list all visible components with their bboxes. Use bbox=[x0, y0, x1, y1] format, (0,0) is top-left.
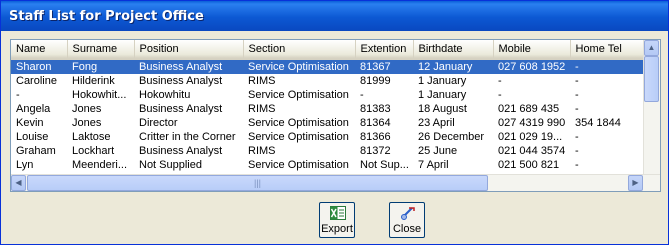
table-cell: - bbox=[575, 89, 579, 101]
close-door-icon bbox=[401, 207, 415, 220]
table-cell: 1 January bbox=[418, 89, 467, 101]
table-cell: 81364 bbox=[360, 117, 391, 129]
table-cell: - bbox=[360, 89, 364, 101]
vertical-scroll-thumb[interactable] bbox=[644, 56, 659, 102]
table-row[interactable]: Lyn Meenderi... Not Supplied Service Optimi… bbox=[11, 158, 650, 172]
table-cell: Not Supplied bbox=[139, 159, 202, 171]
table-cell: 027 4319 990 bbox=[498, 117, 566, 129]
table-cell: Service Optimisation bbox=[248, 159, 349, 171]
table-cell: Not Sup... bbox=[360, 159, 409, 171]
table-cell: Director bbox=[139, 117, 178, 129]
title-bar[interactable]: Staff List for Project Office bbox=[1, 1, 668, 31]
table-cell: Service Optimisation bbox=[248, 89, 349, 101]
table-cell: Louise bbox=[16, 131, 49, 143]
column-header-birthdate[interactable]: Birthdate bbox=[413, 40, 494, 60]
table-row[interactable]: Louise Laktose Critter in the Corner Servic… bbox=[11, 130, 650, 144]
column-header-extention[interactable]: Extention bbox=[355, 40, 414, 60]
table-cell: RIMS bbox=[248, 145, 276, 157]
table-cell: 021 044 3574 bbox=[498, 145, 566, 157]
table-cell: - bbox=[570, 59, 650, 74]
table-cell: Hokowhit... bbox=[72, 89, 127, 101]
window-title: Staff List for Project Office bbox=[9, 9, 204, 24]
table-cell: - bbox=[575, 131, 579, 143]
table-cell: Graham bbox=[16, 145, 56, 157]
table-cell: 021 029 19... bbox=[498, 131, 563, 143]
table-cell: Lockhart bbox=[72, 145, 115, 157]
table-cell: Business Analyst bbox=[139, 103, 223, 115]
table-cell: Service Optimisation bbox=[243, 59, 355, 74]
close-label: Close bbox=[392, 223, 422, 235]
table-cell: Business Analyst bbox=[134, 59, 243, 74]
table-cell: 12 January bbox=[413, 59, 493, 74]
horizontal-scrollbar[interactable]: ◀ ||| ▶ bbox=[11, 174, 660, 191]
vertical-scrollbar[interactable]: ▲ bbox=[643, 40, 660, 174]
staff-list-window: Staff List for Project Office Name Surnam… bbox=[0, 0, 669, 245]
table-cell: Meenderi... bbox=[72, 159, 128, 171]
table-cell: - bbox=[575, 103, 579, 115]
column-header-section[interactable]: Section bbox=[243, 40, 356, 60]
table-cell: Service Optimisation bbox=[248, 117, 349, 129]
column-header-home-tel[interactable]: Home Tel bbox=[570, 40, 651, 60]
table-cell: 7 April bbox=[418, 159, 449, 171]
table-cell: 021 500 821 bbox=[498, 159, 560, 171]
table-cell: Jones bbox=[72, 103, 102, 115]
table-row[interactable]: Kevin Jones Director Service Optimisation 81… bbox=[11, 116, 650, 130]
table-cell: Business Analyst bbox=[139, 145, 223, 157]
table-cell: Critter in the Corner bbox=[139, 131, 236, 143]
table-cell: - bbox=[498, 89, 502, 101]
scroll-right-icon[interactable]: ▶ bbox=[628, 175, 643, 191]
table-cell: Business Analyst bbox=[139, 75, 223, 87]
table-cell: Angela bbox=[16, 103, 51, 115]
table-cell: Caroline bbox=[16, 75, 57, 87]
column-header-mobile[interactable]: Mobile bbox=[493, 40, 571, 60]
table-cell: 23 April bbox=[418, 117, 455, 129]
header-row: Name Surname Position Section Extention Birth… bbox=[11, 40, 651, 60]
table-row[interactable]: Caroline Hilderink Business Analyst RIMS 819… bbox=[11, 74, 650, 88]
table-cell: 26 December bbox=[418, 131, 485, 143]
table-cell: 027 608 1952 bbox=[493, 59, 570, 74]
table-cell: Laktose bbox=[72, 131, 111, 143]
table-cell: - bbox=[575, 145, 579, 157]
staff-list-view[interactable]: Name Surname Position Section Extention Birth… bbox=[10, 39, 661, 192]
table-cell: RIMS bbox=[248, 75, 276, 87]
horizontal-scroll-thumb[interactable]: ||| bbox=[27, 175, 488, 191]
table-cell: Hilderink bbox=[72, 75, 115, 87]
table-cell: Jones bbox=[72, 117, 102, 129]
column-header-name[interactable]: Name bbox=[11, 40, 68, 60]
table-cell: - bbox=[575, 75, 579, 87]
table-cell: 1 January bbox=[418, 75, 467, 87]
close-button[interactable]: Close bbox=[389, 202, 425, 238]
table-cell: 81383 bbox=[360, 103, 391, 115]
export-button[interactable]: Export bbox=[319, 202, 355, 238]
column-header-position[interactable]: Position bbox=[134, 40, 244, 60]
excel-icon bbox=[330, 206, 346, 220]
table-cell: Kevin bbox=[16, 117, 44, 129]
table-cell: Service Optimisation bbox=[248, 131, 349, 143]
table-row[interactable]: - Hokowhit... Hokowhitu Service Optimisatio… bbox=[11, 88, 650, 102]
table-cell: 81366 bbox=[360, 131, 391, 143]
table-cell: 81999 bbox=[360, 75, 391, 87]
table-cell: 354 1844 bbox=[575, 117, 621, 129]
table-cell: Lyn bbox=[16, 159, 34, 171]
table-row[interactable]: Sharon Fong Business Analyst Service Optimi… bbox=[11, 59, 650, 74]
table-cell: 81372 bbox=[360, 145, 391, 157]
table-cell: - bbox=[575, 159, 579, 171]
table-cell: - bbox=[498, 75, 502, 87]
table-cell: 18 August bbox=[418, 103, 467, 115]
table-cell: 021 689 435 bbox=[498, 103, 560, 115]
staff-table: Name Surname Position Section Extention Birth… bbox=[11, 40, 651, 172]
table-cell: RIMS bbox=[248, 103, 276, 115]
scroll-left-icon[interactable]: ◀ bbox=[11, 175, 26, 191]
table-cell: Fong bbox=[67, 59, 134, 74]
table-cell: 81367 bbox=[355, 59, 413, 74]
table-row[interactable]: Graham Lockhart Business Analyst RIMS 81372 2… bbox=[11, 144, 650, 158]
table-cell: Hokowhitu bbox=[139, 89, 191, 101]
table-cell: 25 June bbox=[418, 145, 458, 157]
table-cell: Sharon bbox=[11, 59, 67, 74]
table-cell: - bbox=[16, 89, 20, 101]
export-label: Export bbox=[321, 223, 353, 235]
table-row[interactable]: Angela Jones Business Analyst RIMS 81383 18 A… bbox=[11, 102, 650, 116]
scroll-up-icon[interactable]: ▲ bbox=[644, 40, 659, 56]
column-header-surname[interactable]: Surname bbox=[67, 40, 135, 60]
